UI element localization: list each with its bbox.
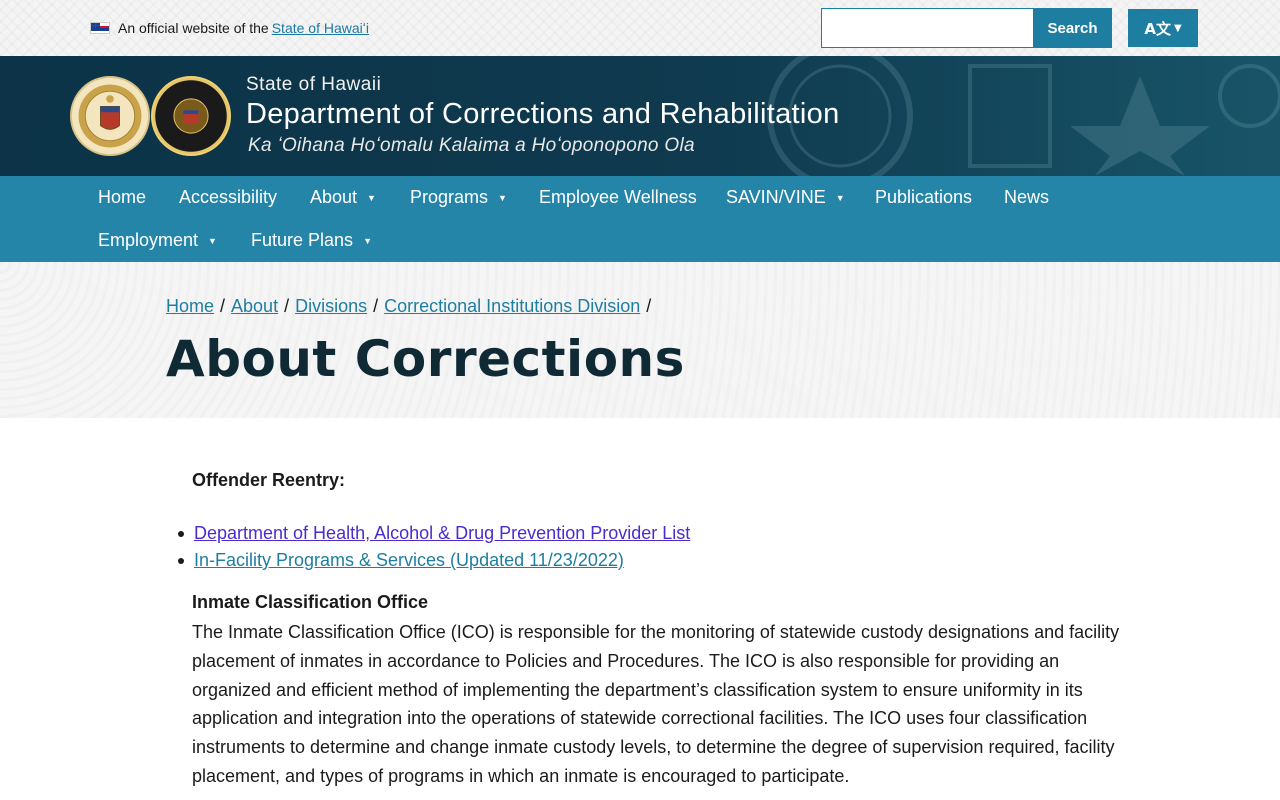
caret-down-icon: ▼	[1173, 22, 1182, 34]
nav-item-label: Publications	[875, 187, 973, 207]
official-text: An official website of the	[118, 20, 269, 36]
nav-item-savin-vine[interactable]: SAVIN/VINE ▼	[726, 187, 845, 208]
state-seal-logo[interactable]	[70, 76, 150, 156]
page-title: About Corrections	[166, 330, 685, 388]
bullet-icon	[178, 557, 184, 564]
breadcrumb-home[interactable]: Home	[166, 296, 214, 317]
official-notice: An official website of the State of Hawa…	[90, 20, 369, 36]
nav-item-programs[interactable]: Programs ▼	[410, 187, 507, 208]
main-navigation: Home Accessibility About ▼ Programs ▼ Em…	[0, 176, 1280, 262]
offender-reentry-heading: Offender Reentry:	[192, 470, 346, 490]
department-seal-logo[interactable]	[151, 76, 231, 156]
nav-item-label: Programs	[410, 187, 489, 207]
search-input[interactable]	[821, 8, 1033, 48]
nav-item-label: Home	[98, 187, 147, 207]
breadcrumb: Home / About / Divisions / Correctional …	[166, 296, 651, 317]
nav-item-home[interactable]: Home	[98, 187, 146, 208]
nav-item-future-plans[interactable]: Future Plans ▼	[251, 230, 372, 251]
nav-item-label: About	[310, 187, 358, 207]
breadcrumb-separator: /	[646, 296, 652, 316]
nav-item-label: News	[1004, 187, 1050, 207]
page-hero: Home / About / Divisions / Correctional …	[0, 262, 1280, 418]
nav-item-label: Accessibility	[179, 187, 278, 207]
bullet-icon	[178, 530, 184, 537]
caret-down-icon: ▼	[363, 235, 372, 246]
department-name[interactable]: Department of Corrections and Rehabilita…	[246, 98, 840, 131]
breadcrumb-separator: /	[220, 296, 226, 316]
ico-heading: Inmate Classification Office	[192, 592, 429, 612]
caret-down-icon: ▼	[367, 192, 376, 203]
caret-down-icon: ▼	[208, 235, 217, 246]
search-button[interactable]: Search	[1033, 8, 1112, 48]
breadcrumb-separator: /	[284, 296, 290, 316]
breadcrumb-separator: /	[373, 296, 379, 316]
nav-item-employment[interactable]: Employment ▼	[98, 230, 217, 251]
hawaii-flag-icon	[90, 22, 110, 34]
state-name: State of Hawaii	[246, 74, 382, 95]
search-form: Search	[821, 8, 1112, 48]
site-header: State of Hawaii Department of Correction…	[0, 56, 1280, 176]
breadcrumb-about[interactable]: About	[231, 296, 278, 317]
list-item: In-Facility Programs & Services (Updated…	[178, 547, 690, 574]
header-titles: State of Hawaii Department of Correction…	[246, 74, 840, 157]
official-banner: An official website of the State of Hawa…	[0, 0, 1280, 56]
ico-paragraph: The Inmate Classification Office (ICO) i…	[192, 622, 1120, 786]
nav-item-publications[interactable]: Publications	[875, 187, 972, 208]
nav-item-news[interactable]: News	[1004, 187, 1049, 208]
caret-down-icon: ▼	[498, 192, 507, 203]
nav-item-accessibility[interactable]: Accessibility	[179, 187, 277, 208]
translate-icon: A文	[1144, 19, 1171, 38]
hawaiian-department-name: Ka ʻOihana Hoʻomalu Kalaima a Hoʻoponopo…	[248, 135, 695, 156]
nav-item-label: Employee Wellness	[539, 187, 697, 207]
breadcrumb-divisions[interactable]: Divisions	[295, 296, 367, 317]
in-facility-programs-link[interactable]: In-Facility Programs & Services (Updated…	[194, 547, 624, 574]
list-item: Department of Health, Alcohol & Drug Pre…	[178, 520, 690, 547]
state-of-hawaii-link[interactable]: State of Hawaiʻi	[272, 20, 369, 36]
nav-item-about[interactable]: About ▼	[310, 187, 376, 208]
main-content: Offender Reentry: Department of Health, …	[0, 418, 1280, 800]
caret-down-icon: ▼	[835, 192, 845, 203]
nav-item-label: SAVIN/VINE	[726, 187, 826, 207]
nav-item-label: Future Plans	[251, 230, 354, 250]
nav-item-label: Employment	[98, 230, 199, 250]
breadcrumb-correctional-institutions-division[interactable]: Correctional Institutions Division	[384, 296, 640, 317]
reentry-link-list: Department of Health, Alcohol & Drug Pre…	[178, 520, 690, 574]
language-button[interactable]: A文 ▼	[1128, 9, 1198, 47]
provider-list-link[interactable]: Department of Health, Alcohol & Drug Pre…	[194, 520, 690, 547]
nav-item-employee-wellness[interactable]: Employee Wellness	[539, 187, 697, 208]
